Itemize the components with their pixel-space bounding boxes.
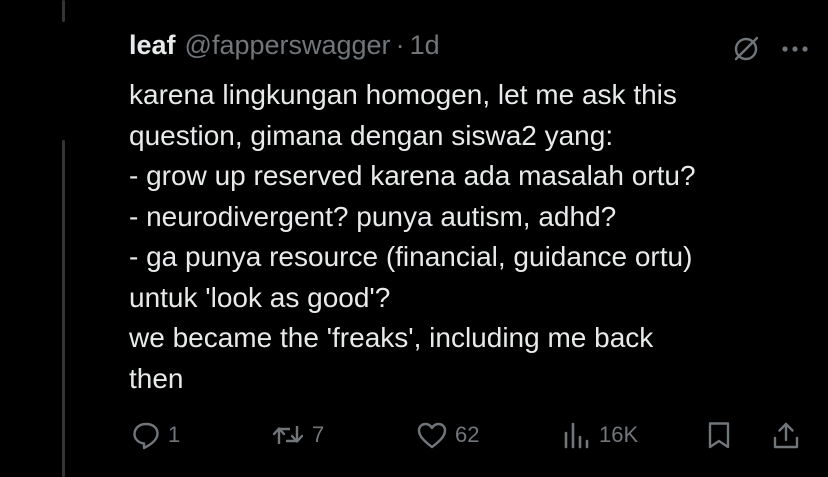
more-icon[interactable] [781,44,809,54]
bookmark-button[interactable] [704,418,734,452]
thread-connector-top [62,0,65,22]
like-icon [416,420,448,450]
tweet-text-line: untuk 'look as good'? [129,281,391,313]
like-count: 62 [455,422,480,447]
repost-button[interactable]: 7 [271,418,324,452]
reply-icon [131,420,161,450]
tweet-text-line: - grow up reserved karena ada masalah or… [129,160,696,191]
tweet-text-line: question, gimana dengan siswa2 yang: [129,119,614,151]
like-button[interactable]: 62 [416,418,479,452]
tweet-text-line: we became the 'freaks', including me bac… [129,322,654,353]
action-bar: 1 7 62 16K [129,418,809,452]
repost-count: 7 [312,422,325,447]
display-name[interactable]: leaf [129,30,176,61]
tweet-text-line: karena lingkungan homogen, let me ask th… [129,79,677,110]
views-button[interactable]: 16K [562,418,638,452]
bookmark-icon [704,420,734,450]
share-icon [771,420,801,450]
thread-connector-bottom [62,140,65,477]
reply-button[interactable]: 1 [131,418,180,452]
tweet-text-line: then [129,362,184,394]
grok-icon[interactable] [731,34,761,64]
header-actions [731,34,809,64]
separator-dot: · [395,30,405,60]
tweet-text-line: - neurodivergent? punya autism, adhd? [129,200,617,232]
timestamp[interactable]: 1d [410,30,440,61]
tweet-header: leaf @fapperswagger · 1d [129,30,809,70]
repost-icon [271,420,305,450]
tweet[interactable]: leaf @fapperswagger · 1d karena lingkung… [129,30,809,399]
tweet-text-line: - ga punya resource (financial, guidance… [129,241,693,272]
view-count: 16K [599,422,639,447]
share-button[interactable] [771,418,801,452]
user-handle[interactable]: @fapperswagger [185,30,391,61]
views-icon [562,420,592,450]
tweet-text: karena lingkungan homogen, let me ask th… [129,75,809,399]
reply-count: 1 [168,422,181,447]
